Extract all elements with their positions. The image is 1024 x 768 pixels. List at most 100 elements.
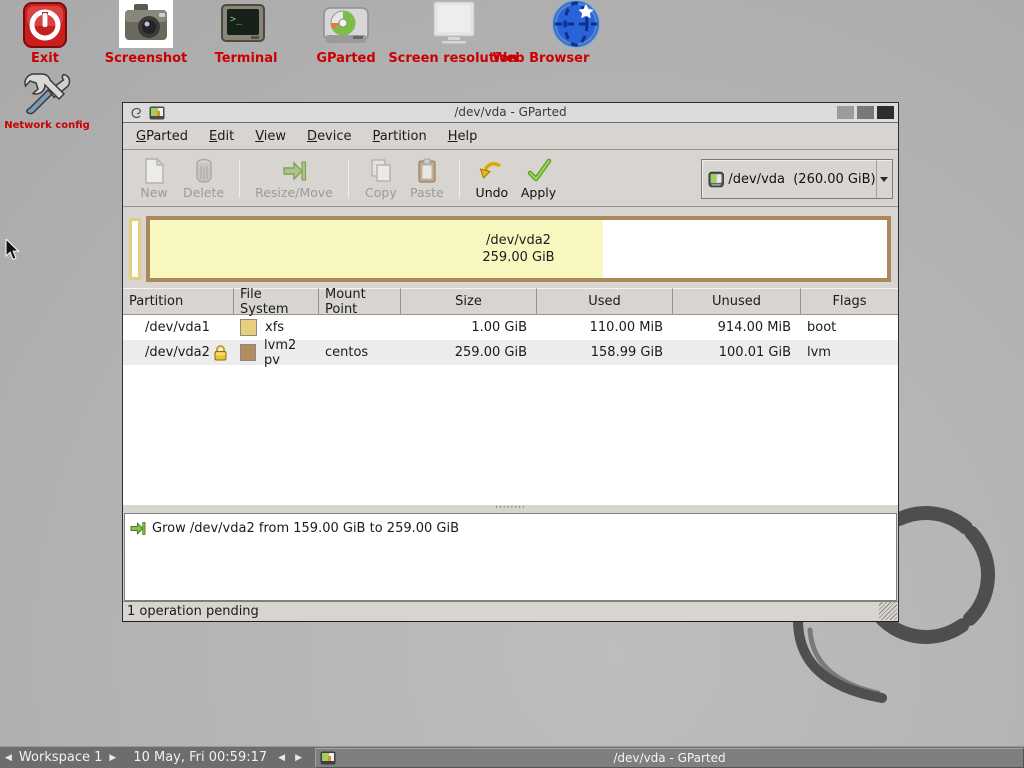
cell-flags: lvm (801, 340, 898, 365)
cell-size: 259.00 GiB (401, 340, 537, 365)
workspace-indicator[interactable]: Workspace 1 (17, 750, 104, 765)
resize-move-label: Resize/Move (255, 185, 333, 200)
screen-resolution-icon[interactable] (430, 1, 478, 45)
gparted-icon[interactable] (323, 7, 369, 45)
paste-icon (415, 158, 439, 184)
desktop: Exit Screenshot >_ Terminal GParted Scre… (0, 0, 1024, 768)
resize-grip[interactable] (879, 602, 897, 620)
window-title: /dev/vda - GParted (123, 105, 898, 119)
partition-name: /dev/vda2 (145, 345, 210, 360)
cell-size: 1.00 GiB (401, 315, 537, 340)
close-button[interactable] (877, 106, 894, 119)
menu-edit[interactable]: Edit (201, 125, 242, 148)
taskbar-clock: 10 May, Fri 00:59:17 (121, 750, 273, 765)
header-size[interactable]: Size (401, 288, 537, 315)
copy-button[interactable]: Copy (358, 154, 404, 204)
partition-visual-label: /dev/vda2 259.00 GiB (150, 232, 887, 266)
partition-table: Partition File System Mount Point Size U… (123, 288, 898, 505)
exit-label[interactable]: Exit (0, 51, 90, 66)
fs-name: xfs (265, 320, 284, 335)
undo-label: Undo (476, 185, 509, 200)
gparted-window: /dev/vda - GParted GParted Edit View Dev… (122, 102, 899, 622)
workspace-prev-arrow[interactable]: ◀ (0, 753, 17, 763)
cell-partition: /dev/vda1 (123, 315, 234, 340)
device-selector-dropdown[interactable] (876, 160, 892, 198)
maximize-button[interactable] (857, 106, 874, 119)
device-selector[interactable]: /dev/vda (260.00 GiB) (701, 159, 893, 199)
fs-color-swatch (240, 344, 256, 361)
table-row-vda1[interactable]: /dev/vda1 xfs 1.00 GiB 110.00 MiB 914.00… (123, 315, 898, 340)
cell-file-system: lvm2 pv (234, 340, 319, 365)
titlebar[interactable]: /dev/vda - GParted (123, 103, 898, 123)
web-browser-label[interactable]: Web Browser (491, 51, 591, 66)
web-browser-icon[interactable] (552, 0, 600, 48)
undo-icon (479, 158, 505, 184)
menu-device[interactable]: Device (299, 125, 359, 148)
menu-view[interactable]: View (247, 125, 294, 148)
resize-move-icon (281, 158, 307, 184)
copy-icon (369, 158, 393, 184)
exit-icon[interactable] (22, 2, 68, 48)
toolbar-separator (239, 160, 240, 198)
cell-used: 158.99 GiB (537, 340, 673, 365)
apply-label: Apply (521, 185, 556, 200)
header-used[interactable]: Used (537, 288, 673, 315)
grow-operation-icon (129, 520, 146, 537)
lock-icon (213, 344, 228, 361)
cell-unused: 100.01 GiB (673, 340, 801, 365)
terminal-icon[interactable]: >_ (221, 4, 265, 46)
new-label: New (140, 185, 167, 200)
new-button[interactable]: New (131, 154, 177, 204)
workspace-next-arrow[interactable]: ▶ (104, 753, 121, 763)
task-app-icon (320, 751, 336, 765)
pager-prev-arrow[interactable]: ◀ (273, 753, 290, 763)
fs-name: lvm2 pv (264, 338, 313, 368)
header-flags[interactable]: Flags (801, 288, 898, 315)
toolbar-separator (348, 160, 349, 198)
delete-label: Delete (183, 185, 224, 200)
paste-label: Paste (410, 185, 444, 200)
operations-pending-panel: Grow /dev/vda2 from 159.00 GiB to 259.00… (124, 513, 897, 601)
table-row-vda2[interactable]: /dev/vda2 lvm2 pv centos 259.00 GiB (123, 340, 898, 365)
partition-visual-vda2[interactable]: /dev/vda2 259.00 GiB (146, 216, 891, 282)
menu-partition[interactable]: Partition (365, 125, 435, 148)
minimize-button[interactable] (837, 106, 854, 119)
header-mount-point[interactable]: Mount Point (319, 288, 401, 315)
taskbar: ◀ Workspace 1 ▶ 10 May, Fri 00:59:17 ◀ ▶… (0, 746, 1024, 768)
svg-text:>_: >_ (230, 14, 243, 25)
delete-button[interactable]: Delete (177, 154, 230, 204)
apply-icon (526, 158, 552, 184)
partition-visual-size: 259.00 GiB (150, 249, 887, 266)
pager-next-arrow[interactable]: ▶ (290, 753, 307, 763)
paste-button[interactable]: Paste (404, 154, 450, 204)
screenshot-label[interactable]: Screenshot (96, 51, 196, 66)
copy-label: Copy (365, 185, 397, 200)
undo-button[interactable]: Undo (469, 154, 515, 204)
resize-move-button[interactable]: Resize/Move (249, 154, 339, 204)
menu-gparted[interactable]: GParted (128, 125, 196, 148)
mouse-cursor (5, 239, 20, 261)
task-button-gparted[interactable]: /dev/vda - GParted (315, 748, 1024, 768)
apply-button[interactable]: Apply (515, 154, 562, 204)
pane-splitter-handle[interactable]: ········ (123, 505, 898, 513)
partition-visual-area: /dev/vda2 259.00 GiB (123, 208, 898, 288)
status-text: 1 operation pending (127, 604, 259, 619)
toolbar: New Delete Resize/Move (123, 151, 898, 207)
header-unused[interactable]: Unused (673, 288, 801, 315)
device-selector-value: /dev/vda (260.00 GiB) (728, 172, 875, 187)
header-file-system[interactable]: File System (234, 288, 319, 315)
cell-used: 110.00 MiB (537, 315, 673, 340)
new-document-icon (142, 158, 166, 184)
network-config-icon[interactable] (22, 70, 72, 116)
statusbar: 1 operation pending (123, 601, 898, 621)
header-partition[interactable]: Partition (123, 288, 234, 315)
delete-icon (192, 158, 216, 184)
operation-item[interactable]: Grow /dev/vda2 from 159.00 GiB to 259.00… (125, 514, 896, 543)
network-config-label[interactable]: Network config (0, 120, 94, 131)
terminal-label[interactable]: Terminal (196, 51, 296, 66)
menu-help[interactable]: Help (440, 125, 486, 148)
screenshot-icon[interactable] (123, 2, 169, 46)
operation-text: Grow /dev/vda2 from 159.00 GiB to 259.00… (152, 521, 459, 536)
partition-visual-vda1[interactable] (129, 218, 141, 280)
toolbar-separator (459, 160, 460, 198)
